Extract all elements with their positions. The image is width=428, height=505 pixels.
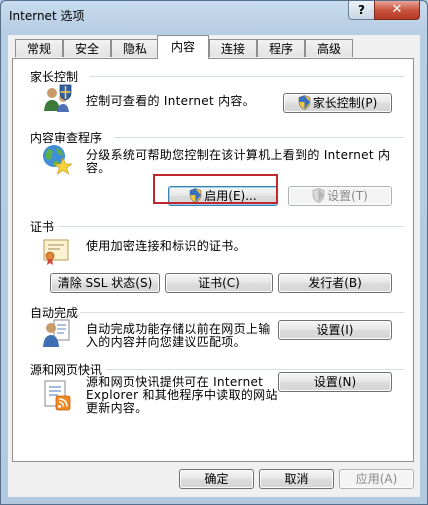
parental-controls-button[interactable]: 家长控制(P)	[283, 93, 392, 113]
group-divider	[80, 312, 405, 313]
publishers-button[interactable]: 发行者(B)	[278, 273, 392, 293]
group-divider	[58, 226, 405, 227]
clear-ssl-state-button[interactable]: 清除 SSL 状态(S)	[50, 273, 160, 293]
tab-content[interactable]: 内容	[157, 35, 209, 59]
tab-general[interactable]: 常规	[15, 39, 63, 57]
cancel-button[interactable]: 取消	[259, 469, 334, 489]
settings-button-label: 设置(T)	[327, 189, 368, 203]
content-advisor-icon	[43, 145, 73, 175]
uac-shield-icon	[298, 95, 310, 110]
title-bar[interactable]: Internet 选项 ? ✕	[1, 1, 427, 29]
tab-programs[interactable]: 程序	[257, 39, 305, 57]
apply-button[interactable]: 应用(A)	[339, 469, 414, 489]
content-advisor-description-line1: 分级系统可帮助您控制在该计算机上看到的 Internet 内	[86, 148, 391, 162]
certificate-icon	[43, 239, 69, 265]
parental-controls-button-label: 家长控制(P)	[312, 96, 378, 110]
parental-controls-icon	[44, 84, 72, 112]
tab-security[interactable]: 安全	[63, 39, 111, 57]
feeds-icon	[44, 380, 71, 411]
tab-connections[interactable]: 连接	[209, 39, 257, 57]
content-advisor-description-line2: 容。	[86, 161, 111, 175]
autocomplete-description-line2: 入的内容并向您建议匹配项。	[86, 335, 246, 349]
window-title: Internet 选项	[9, 9, 85, 23]
close-button[interactable]: ✕	[374, 1, 420, 20]
help-button[interactable]: ?	[348, 1, 375, 20]
highlight-box	[153, 174, 278, 204]
feeds-settings-button[interactable]: 设置(N)	[278, 372, 392, 392]
content-tab-panel: 家长控制 控制可查看的 Internet 内容。 家长控制(P) 内容审查程序	[12, 58, 414, 462]
group-divider	[90, 76, 405, 77]
group-divider	[114, 137, 405, 138]
group-divider	[106, 369, 405, 370]
parental-controls-description: 控制可查看的 Internet 内容。	[86, 94, 255, 108]
certificates-heading: 证书	[30, 220, 55, 234]
certificates-button[interactable]: 证书(C)	[165, 273, 273, 293]
feeds-description-line3: 更新内容。	[86, 401, 148, 415]
tab-advanced[interactable]: 高级	[305, 39, 353, 57]
autocomplete-settings-button[interactable]: 设置(I)	[278, 320, 392, 340]
tab-privacy[interactable]: 隐私	[111, 39, 159, 57]
internet-options-window: Internet 选项 ? ✕ 常规 安全 隐私 内容 连接 程序 高级 家长控…	[0, 0, 428, 505]
dialog-client-area: 常规 安全 隐私 内容 连接 程序 高级 家长控制 控制可查看的 Interne…	[8, 35, 420, 497]
autocomplete-icon	[43, 319, 70, 347]
ok-button[interactable]: 确定	[179, 469, 254, 489]
uac-shield-icon	[312, 188, 325, 203]
content-advisor-settings-button[interactable]: 设置(T)	[288, 186, 392, 206]
certificates-description: 使用加密连接和标识的证书。	[86, 239, 246, 253]
